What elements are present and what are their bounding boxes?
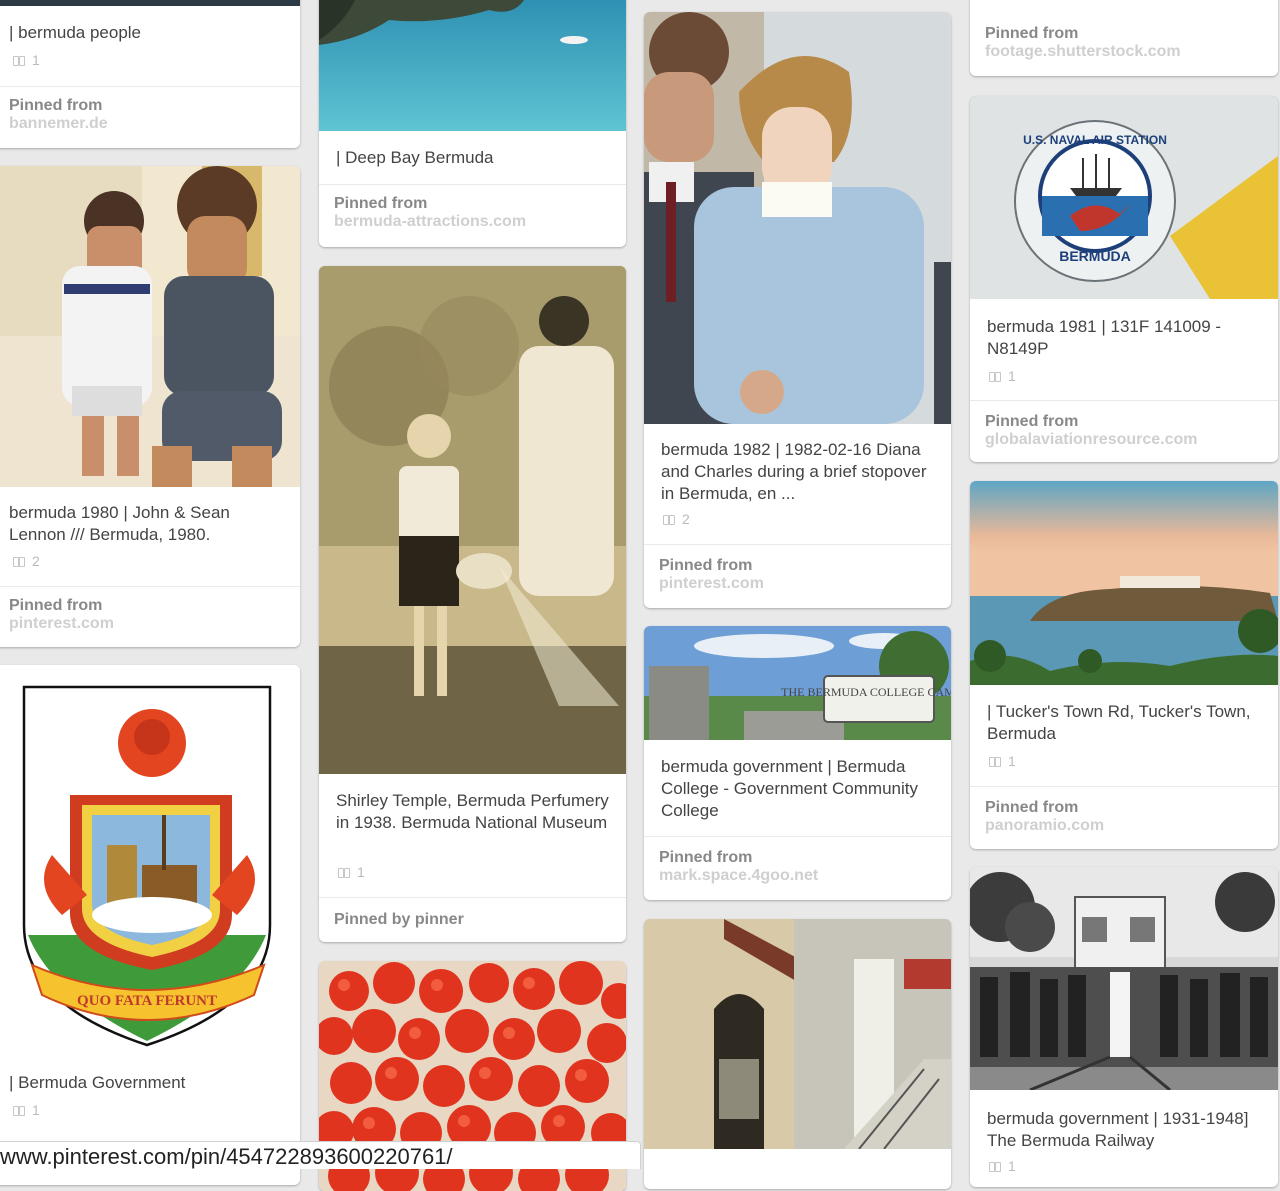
pin-card[interactable]: QUO FATA FERUNT | Bermuda Government 1	[0, 665, 300, 1185]
pinned-from-label: Pinned from	[985, 413, 1079, 430]
repin-count: 1	[12, 52, 40, 68]
pinned-from-label: Pinned from	[334, 195, 428, 212]
pin-footer[interactable]: Pinned from pinterest.com	[0, 586, 300, 647]
repin-count: 1	[988, 1158, 1016, 1174]
pinned-from-label: Pinned from	[9, 97, 103, 114]
pin-image[interactable]: U.S. NAVAL AIR STATION BERMUDA	[970, 96, 1278, 299]
pin-description: bermuda 1981 | 131F 141009 - N8149P	[987, 317, 1222, 358]
pin-source[interactable]: footage.shutterstock.com	[985, 43, 1263, 61]
pin-source[interactable]: globalaviationresource.com	[985, 431, 1263, 449]
svg-text:U.S. NAVAL AIR STATION: U.S. NAVAL AIR STATION	[1023, 133, 1167, 147]
pinned-from-label: Pinned from	[985, 799, 1079, 816]
pin-footer[interactable]: Pinned from mark.space.4goo.net	[644, 836, 951, 900]
pin-image[interactable]	[644, 12, 951, 424]
pin-image[interactable]	[319, 0, 626, 131]
pin-card[interactable]: Shirley Temple, Bermuda Perfumery in 193…	[319, 266, 626, 942]
pin-card[interactable]: bermuda government | 1931-1948] The Berm…	[970, 867, 1278, 1187]
repin-count: 1	[337, 864, 365, 880]
pinned-by-label: Pinned by pinner	[334, 911, 464, 928]
pin-image[interactable]	[319, 266, 626, 774]
pin-description: bermuda 1980 | John & Sean Lennon /// Be…	[9, 503, 230, 544]
pin-footer[interactable]: Pinned from panoramio.com	[970, 786, 1278, 849]
pin-source[interactable]: pinterest.com	[659, 575, 936, 593]
pin-footer[interactable]: Pinned from bannemer.de	[0, 86, 300, 148]
repin-icon	[12, 1105, 26, 1116]
pin-image[interactable]: QUO FATA FERUNT	[0, 665, 300, 1055]
repin-icon	[337, 867, 351, 878]
pin-image[interactable]	[970, 867, 1278, 1090]
pin-card[interactable]: | Deep Bay Bermuda Pinned from bermuda-a…	[319, 0, 626, 247]
pin-description: | Bermuda Government	[9, 1073, 186, 1092]
pin-source[interactable]: pinterest.com	[9, 615, 285, 633]
repin-icon	[12, 556, 26, 567]
pin-image[interactable]	[970, 481, 1278, 685]
pin-source[interactable]: bermuda-attractions.com	[334, 213, 611, 231]
svg-text:THE BERMUDA COLLEGE CAMPUS: THE BERMUDA COLLEGE CAMPUS	[781, 685, 951, 699]
pin-image[interactable]	[644, 919, 951, 1149]
pin-card[interactable]: bermuda 1982 | 1982-02-16 Diana and Char…	[644, 12, 951, 608]
coat-of-arms-icon: QUO FATA FERUNT	[22, 685, 272, 1047]
pin-card[interactable]: bermuda 1980 | John & Sean Lennon /// Be…	[0, 166, 300, 647]
pin-footer[interactable]: Pinned from globalaviationresource.com	[970, 400, 1278, 462]
repin-icon	[12, 55, 26, 66]
pin-footer[interactable]: Pinned from footage.shutterstock.com	[970, 0, 1278, 76]
pin-card[interactable]: Pinned from footage.shutterstock.com	[970, 0, 1278, 76]
pin-description: | Tucker's Town Rd, Tucker's Town, Bermu…	[987, 702, 1251, 743]
pin-source[interactable]: panoramio.com	[985, 817, 1263, 835]
pin-image[interactable]: THE BERMUDA COLLEGE CAMPUS	[644, 626, 951, 740]
pin-card[interactable]: THE BERMUDA COLLEGE CAMPUS bermuda gover…	[644, 626, 951, 900]
pin-description: | bermuda people	[9, 23, 142, 42]
repin-count: 1	[988, 753, 1016, 769]
pin-card[interactable]	[644, 919, 951, 1189]
pin-image[interactable]	[0, 166, 300, 487]
repin-count: 1	[12, 1102, 40, 1118]
pin-footer[interactable]: Pinned by pinner	[319, 897, 626, 942]
pin-source[interactable]: bannemer.de	[9, 115, 285, 133]
pin-image[interactable]	[0, 0, 300, 6]
repin-count: 2	[12, 553, 40, 569]
repin-count: 2	[662, 511, 690, 527]
pin-source[interactable]: mark.space.4goo.net	[659, 867, 936, 885]
pin-card[interactable]: U.S. NAVAL AIR STATION BERMUDA bermuda 1…	[970, 96, 1278, 462]
pin-card[interactable]: | bermuda people 1 Pinned from bannemer.…	[0, 0, 300, 148]
svg-text:QUO FATA FERUNT: QUO FATA FERUNT	[77, 993, 217, 1009]
pin-description: bermuda government | Bermuda College - G…	[661, 757, 918, 820]
pin-footer[interactable]: Pinned from bermuda-attractions.com	[319, 184, 626, 247]
pin-description: Shirley Temple, Bermuda Perfumery in 193…	[336, 791, 609, 832]
pin-card[interactable]: | Tucker's Town Rd, Tucker's Town, Bermu…	[970, 481, 1278, 849]
pin-footer[interactable]: Pinned from pinterest.com	[644, 544, 951, 608]
pinned-from-label: Pinned from	[985, 25, 1079, 42]
pin-description: | Deep Bay Bermuda	[336, 148, 494, 167]
repin-icon	[988, 1161, 1002, 1172]
repin-count: 1	[988, 368, 1016, 384]
repin-icon	[988, 371, 1002, 382]
pinned-from-label: Pinned from	[9, 597, 103, 614]
repin-icon	[988, 756, 1002, 767]
pinned-from-label: Pinned from	[659, 557, 753, 574]
pin-description: bermuda government | 1931-1948] The Berm…	[987, 1109, 1249, 1150]
status-url: www.pinterest.com/pin/454722893600220761…	[0, 1144, 453, 1169]
pinned-from-label: Pinned from	[659, 849, 753, 866]
repin-icon	[662, 514, 676, 525]
svg-text:BERMUDA: BERMUDA	[1059, 248, 1131, 264]
link-status-bar: www.pinterest.com/pin/454722893600220761…	[0, 1141, 641, 1169]
pin-description: bermuda 1982 | 1982-02-16 Diana and Char…	[661, 440, 927, 503]
